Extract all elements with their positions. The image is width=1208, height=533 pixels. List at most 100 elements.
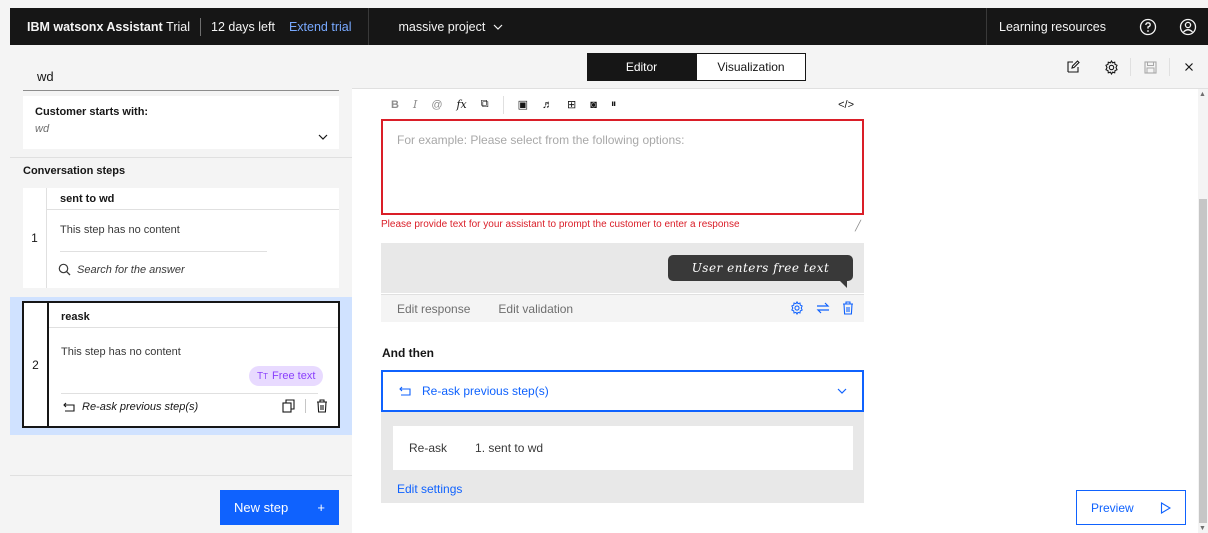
function-icon[interactable]: fx <box>456 98 466 111</box>
iframe-icon[interactable]: ◙ <box>590 99 597 111</box>
plus-icon: + <box>317 500 325 515</box>
edit-validation-tab[interactable]: Edit validation <box>498 302 573 316</box>
response-tabs: Edit response Edit validation <box>381 294 864 322</box>
step-action-label: Search for the answer <box>77 263 185 276</box>
step-action: Search for the answer <box>58 263 185 276</box>
divider <box>47 209 339 210</box>
and-then-dropdown[interactable]: Re-ask previous step(s) <box>381 370 864 412</box>
customer-starts-with-card[interactable]: Customer starts with: wd <box>23 96 339 149</box>
chevron-down-icon <box>837 388 847 394</box>
edit-icon[interactable] <box>1054 60 1092 74</box>
divider <box>10 475 352 476</box>
step-action-label: Re-ask previous step(s) <box>82 401 199 413</box>
divider <box>10 157 352 158</box>
chevron-down-icon[interactable] <box>317 131 329 143</box>
product-name: IBM watsonx Assistant Trial <box>10 20 190 34</box>
audio-icon[interactable]: ♬ <box>542 99 553 111</box>
project-switcher[interactable]: massive project <box>398 20 503 34</box>
divider <box>305 399 306 413</box>
customer-response-bubble: User enters free text <box>668 255 853 288</box>
resize-handle-icon[interactable]: ╱ <box>855 221 861 232</box>
step-action: Re-ask previous step(s) <box>63 401 198 413</box>
step-content: This step has no content <box>61 346 181 358</box>
customer-starts-value: wd <box>35 123 50 135</box>
header-divider <box>352 88 1208 89</box>
steps-sidebar: Customer starts with: wd Conversation st… <box>10 45 352 533</box>
action-toolbar <box>1054 53 1208 81</box>
brand-name: IBM watsonx Assistant <box>27 19 163 34</box>
swap-icon[interactable] <box>816 301 830 315</box>
tab-visualization[interactable]: Visualization <box>696 53 806 81</box>
video-icon[interactable]: ⊞ <box>567 98 576 111</box>
new-step-button[interactable]: New step + <box>220 490 339 525</box>
variable-icon[interactable]: ⧉ <box>481 98 489 111</box>
conversation-steps-heading: Conversation steps <box>23 165 126 177</box>
reask-icon <box>399 386 411 396</box>
validation-error: Please provide text for your assistant t… <box>381 219 864 233</box>
step-number: 2 <box>24 303 49 426</box>
tab-editor[interactable]: Editor <box>587 53 696 81</box>
scroll-down-arrow-icon[interactable]: ▼ <box>1199 525 1206 532</box>
divider <box>502 95 504 114</box>
step-card-1[interactable]: 1 sent to wd This step has no content Se… <box>23 188 339 288</box>
user-avatar-icon[interactable] <box>1168 8 1208 45</box>
code-view-icon[interactable]: </> <box>838 99 854 111</box>
trial-days-left: 12 days left <box>211 19 275 34</box>
reask-target: 1. sent to wd <box>475 441 544 455</box>
customer-starts-label: Customer starts with: <box>35 106 149 118</box>
divider <box>49 327 338 328</box>
scroll-up-arrow-icon[interactable]: ▲ <box>1199 91 1206 98</box>
help-icon[interactable] <box>1128 8 1168 45</box>
pause-icon[interactable]: ⏸ <box>611 98 617 111</box>
reask-settings-panel: Re-ask 1. sent to wd Edit settings <box>381 412 864 503</box>
edit-response-tab[interactable]: Edit response <box>397 302 470 316</box>
search-icon <box>58 263 71 276</box>
step-title: reask <box>61 311 90 323</box>
image-icon[interactable]: ▣ <box>518 98 528 111</box>
scrollbar-thumb[interactable] <box>1199 199 1207 523</box>
action-name-input[interactable] <box>23 69 339 91</box>
learning-resources-link[interactable]: Learning resources <box>986 8 1128 45</box>
error-text: Please provide text for your assistant t… <box>381 219 740 230</box>
preview-button[interactable]: Preview <box>1076 490 1186 525</box>
view-switcher: Editor Visualization <box>587 53 806 81</box>
plan-label: Trial <box>166 19 191 34</box>
step-number: 1 <box>23 188 47 288</box>
reask-summary: Re-ask 1. sent to wd <box>393 426 853 470</box>
close-icon[interactable] <box>1170 62 1208 72</box>
delete-icon[interactable] <box>316 399 328 413</box>
editor-placeholder: For example: Please select from the foll… <box>397 133 685 147</box>
chevron-down-icon <box>493 24 503 30</box>
divider <box>60 251 267 252</box>
new-step-label: New step <box>234 500 289 515</box>
delete-icon[interactable] <box>842 301 854 315</box>
divider <box>200 17 202 36</box>
right-canvas <box>864 89 1198 533</box>
extend-trial-link[interactable]: Extend trial <box>289 20 352 34</box>
tag-label: Free text <box>272 370 316 382</box>
step-card-2[interactable]: 2 reask This step has no content TT Free… <box>22 301 340 428</box>
preview-label: Preview <box>1091 500 1134 515</box>
save-icon[interactable] <box>1131 60 1169 74</box>
italic-icon[interactable]: I <box>413 98 417 111</box>
bold-icon[interactable]: B <box>391 99 399 111</box>
project-name: massive project <box>398 19 486 34</box>
dropdown-selected-value: Re-ask previous step(s) <box>422 384 549 398</box>
rich-text-toolbar: B I @ fx ⧉ ▣ ♬ ⊞ ◙ ⏸ </> <box>381 92 864 117</box>
step-content: This step has no content <box>60 224 180 236</box>
and-then-heading: And then <box>382 346 434 360</box>
top-navigation-bar: IBM watsonx Assistant Trial 12 days left… <box>10 8 1208 45</box>
divider <box>61 393 318 394</box>
edit-settings-link[interactable]: Edit settings <box>397 482 462 496</box>
step-title: sent to wd <box>60 193 115 205</box>
duplicate-icon[interactable] <box>282 399 295 413</box>
response-text-editor[interactable]: For example: Please select from the foll… <box>381 119 864 215</box>
text-type-icon: TT <box>257 370 268 382</box>
play-icon <box>1160 501 1171 514</box>
link-icon[interactable]: @ <box>431 99 442 111</box>
divider <box>368 8 370 45</box>
settings-icon[interactable] <box>1092 59 1130 75</box>
reask-label: Re-ask <box>409 441 448 455</box>
reask-icon <box>63 402 75 412</box>
settings-icon[interactable] <box>790 301 804 315</box>
